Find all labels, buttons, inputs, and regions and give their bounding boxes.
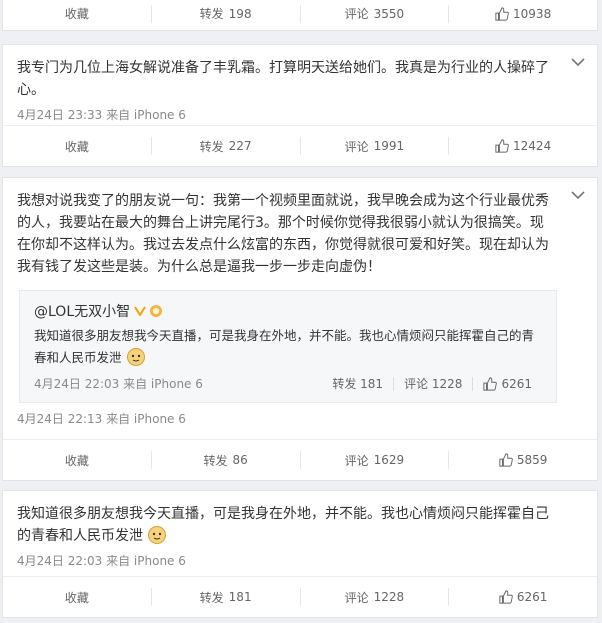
reposted-username[interactable]: @LOL无双小智 (34, 301, 130, 321)
reposted-post: @LOL无双小智 我知道很多朋友想我今天直播，可是我身在外地，并不能。我也心情烦… (19, 290, 557, 403)
post-card-4: 我知道很多朋友想我今天直播，可是我身在外地，并不能。我也心情烦闷只能挥霍自己的青… (2, 490, 598, 618)
like-button[interactable]: 6261 (448, 588, 597, 606)
thumbs-up-icon (495, 139, 509, 153)
like-button[interactable]: 12424 (448, 137, 597, 155)
chevron-down-icon[interactable] (571, 57, 585, 67)
coin-badge-icon (150, 305, 163, 317)
repost-button[interactable]: 转发 227 (150, 137, 300, 155)
weibo-feed: 收藏 转发 198 评论 3550 10938 我专门为几位上海女解说准备了丰乳霜。… (0, 0, 602, 623)
post-text: 我专门为几位上海女解说准备了丰乳霜。打算明天送给她们。我真是为行业的人操碎了心。 (17, 60, 549, 98)
comment-button[interactable]: 评论 3550 (299, 4, 449, 23)
post-meta[interactable]: 4月24日 22:13 来自 iPhone 6 (17, 411, 557, 427)
collect-button[interactable]: 收藏 (3, 588, 151, 606)
repost-comment-button[interactable]: 评论 1228 (393, 376, 472, 391)
repost-button[interactable]: 转发 181 (150, 588, 300, 606)
post-text: 我想对说我变了的朋友说一句：我第一个视频里面就说，我早晚会成为这个行业最优秀的人… (17, 193, 549, 275)
dog-face-emoji-icon (148, 526, 167, 544)
verified-v-icon (134, 306, 146, 316)
repost-like-button[interactable]: 6261 (472, 376, 542, 391)
post-card-1: 收藏 转发 198 评论 3550 10938 (2, 0, 598, 31)
like-button[interactable]: 10938 (448, 4, 597, 23)
comment-button[interactable]: 评论 1629 (299, 451, 449, 469)
thumbs-up-icon (499, 590, 513, 604)
comment-button[interactable]: 评论 1991 (299, 137, 449, 155)
post-meta[interactable]: 4月24日 23:33 来自 iPhone 6 (17, 107, 557, 123)
post-card-3: 我想对说我变了的朋友说一句：我第一个视频里面就说，我早晚会成为这个行业最优秀的人… (2, 177, 598, 481)
thumbs-up-icon (499, 453, 513, 467)
repost-repost-button[interactable]: 转发 181 (322, 377, 393, 391)
dog-face-emoji-icon (126, 348, 145, 366)
repost-button[interactable]: 转发 86 (150, 451, 300, 469)
repost-button[interactable]: 转发 198 (150, 4, 300, 23)
reposted-text: 我知道很多朋友想我今天直播，可是我身在外地，并不能。我也心情烦闷只能挥霍自己的青… (34, 328, 535, 366)
comment-button[interactable]: 评论 1228 (299, 588, 449, 606)
post-meta[interactable]: 4月24日 22:03 来自 iPhone 6 (17, 553, 557, 569)
like-button[interactable]: 5859 (448, 451, 597, 469)
thumbs-up-icon (483, 376, 498, 391)
collect-button[interactable]: 收藏 (3, 5, 151, 23)
thumbs-up-icon (495, 6, 509, 21)
reposted-meta[interactable]: 4月24日 22:03 来自 iPhone 6 (34, 375, 322, 392)
chevron-down-icon[interactable] (571, 190, 585, 200)
collect-button[interactable]: 收藏 (3, 137, 151, 155)
collect-button[interactable]: 收藏 (3, 451, 151, 469)
post-text: 我知道很多朋友想我今天直播，可是我身在外地，并不能。我也心情烦闷只能挥霍自己的青… (17, 506, 549, 544)
post-card-2: 我专门为几位上海女解说准备了丰乳霜。打算明天送给她们。我真是为行业的人操碎了心。… (2, 44, 598, 167)
